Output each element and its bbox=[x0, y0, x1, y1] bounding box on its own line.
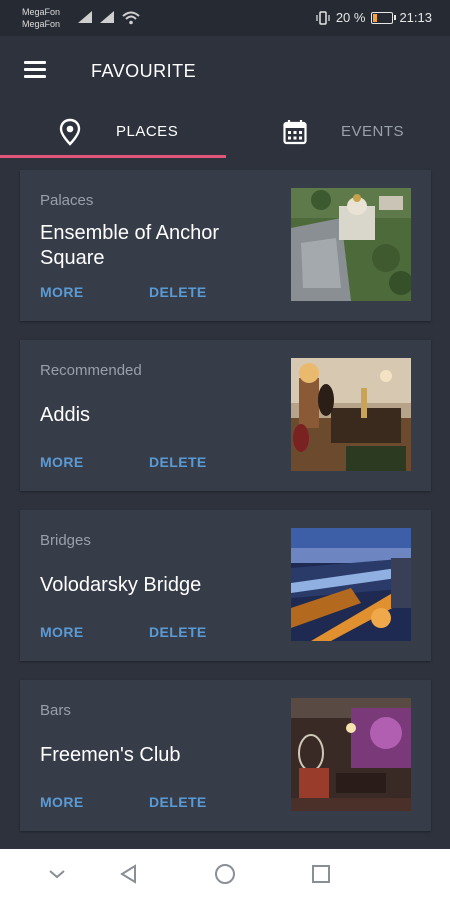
home-icon[interactable] bbox=[212, 861, 238, 887]
place-card[interactable]: Bars Freemen's Club MORE DELETE bbox=[20, 680, 431, 831]
wifi-icon bbox=[122, 11, 140, 25]
card-category: Bridges bbox=[40, 532, 91, 549]
delete-button[interactable]: DELETE bbox=[149, 624, 207, 640]
calendar-icon bbox=[283, 120, 307, 145]
card-category: Recommended bbox=[40, 362, 142, 379]
delete-button[interactable]: DELETE bbox=[149, 794, 207, 810]
back-icon[interactable] bbox=[116, 861, 142, 887]
battery-icon bbox=[371, 11, 397, 24]
active-tab-indicator bbox=[0, 155, 226, 158]
tab-places[interactable]: PLACES bbox=[0, 106, 225, 160]
recents-icon[interactable] bbox=[308, 861, 334, 887]
place-photo[interactable] bbox=[291, 698, 411, 811]
page-title: FAVOURITE bbox=[91, 61, 197, 81]
place-photo[interactable] bbox=[291, 358, 411, 471]
system-nav-bar bbox=[0, 849, 450, 900]
more-button[interactable]: MORE bbox=[40, 624, 84, 640]
battery-percent: 20 % bbox=[335, 10, 366, 25]
card-title: Ensemble of Anchor Square bbox=[40, 222, 219, 269]
carrier-1: MegaFon bbox=[22, 7, 61, 17]
chevron-down-icon[interactable] bbox=[44, 861, 70, 887]
tab-events[interactable]: EVENTS bbox=[225, 106, 450, 160]
card-category: Palaces bbox=[40, 192, 94, 209]
location-pin-icon bbox=[59, 118, 81, 146]
more-button[interactable]: MORE bbox=[40, 284, 84, 300]
card-title: Volodarsky Bridge bbox=[40, 574, 202, 596]
tab-places-label: PLACES bbox=[116, 123, 179, 140]
signal-icon bbox=[100, 11, 114, 23]
tab-bar: PLACES EVENTS bbox=[0, 106, 450, 160]
card-category: Bars bbox=[40, 702, 71, 719]
battery-fill bbox=[373, 13, 378, 22]
more-button[interactable]: MORE bbox=[40, 794, 84, 810]
status-bar: MegaFon MegaFon 20 % 21:13 bbox=[0, 0, 450, 36]
place-photo[interactable] bbox=[291, 188, 411, 301]
carrier-labels: MegaFon MegaFon bbox=[22, 6, 60, 30]
place-card[interactable]: Palaces Ensemble of Anchor Square MORE D… bbox=[20, 170, 431, 321]
tab-events-label: EVENTS bbox=[341, 123, 405, 140]
status-right: 20 % 21:13 bbox=[316, 10, 432, 25]
delete-button[interactable]: DELETE bbox=[149, 284, 207, 300]
more-button[interactable]: MORE bbox=[40, 454, 84, 470]
place-card[interactable]: Bridges Volodarsky Bridge MORE DELETE bbox=[20, 510, 431, 661]
delete-button[interactable]: DELETE bbox=[149, 454, 207, 470]
signal-icon bbox=[78, 11, 92, 23]
vibrate-icon bbox=[316, 10, 330, 25]
place-photo[interactable] bbox=[291, 528, 411, 641]
favourite-places-list: Palaces Ensemble of Anchor Square MORE D… bbox=[20, 170, 431, 850]
card-title: Freemen's Club bbox=[40, 744, 181, 766]
card-title: Addis bbox=[40, 404, 91, 426]
place-card[interactable]: Recommended Addis MORE DELETE bbox=[20, 340, 431, 491]
clock: 21:13 bbox=[399, 10, 432, 25]
carrier-2: MegaFon bbox=[22, 19, 61, 29]
app-bar: FAVOURITE bbox=[0, 36, 450, 106]
menu-icon[interactable] bbox=[24, 61, 46, 79]
